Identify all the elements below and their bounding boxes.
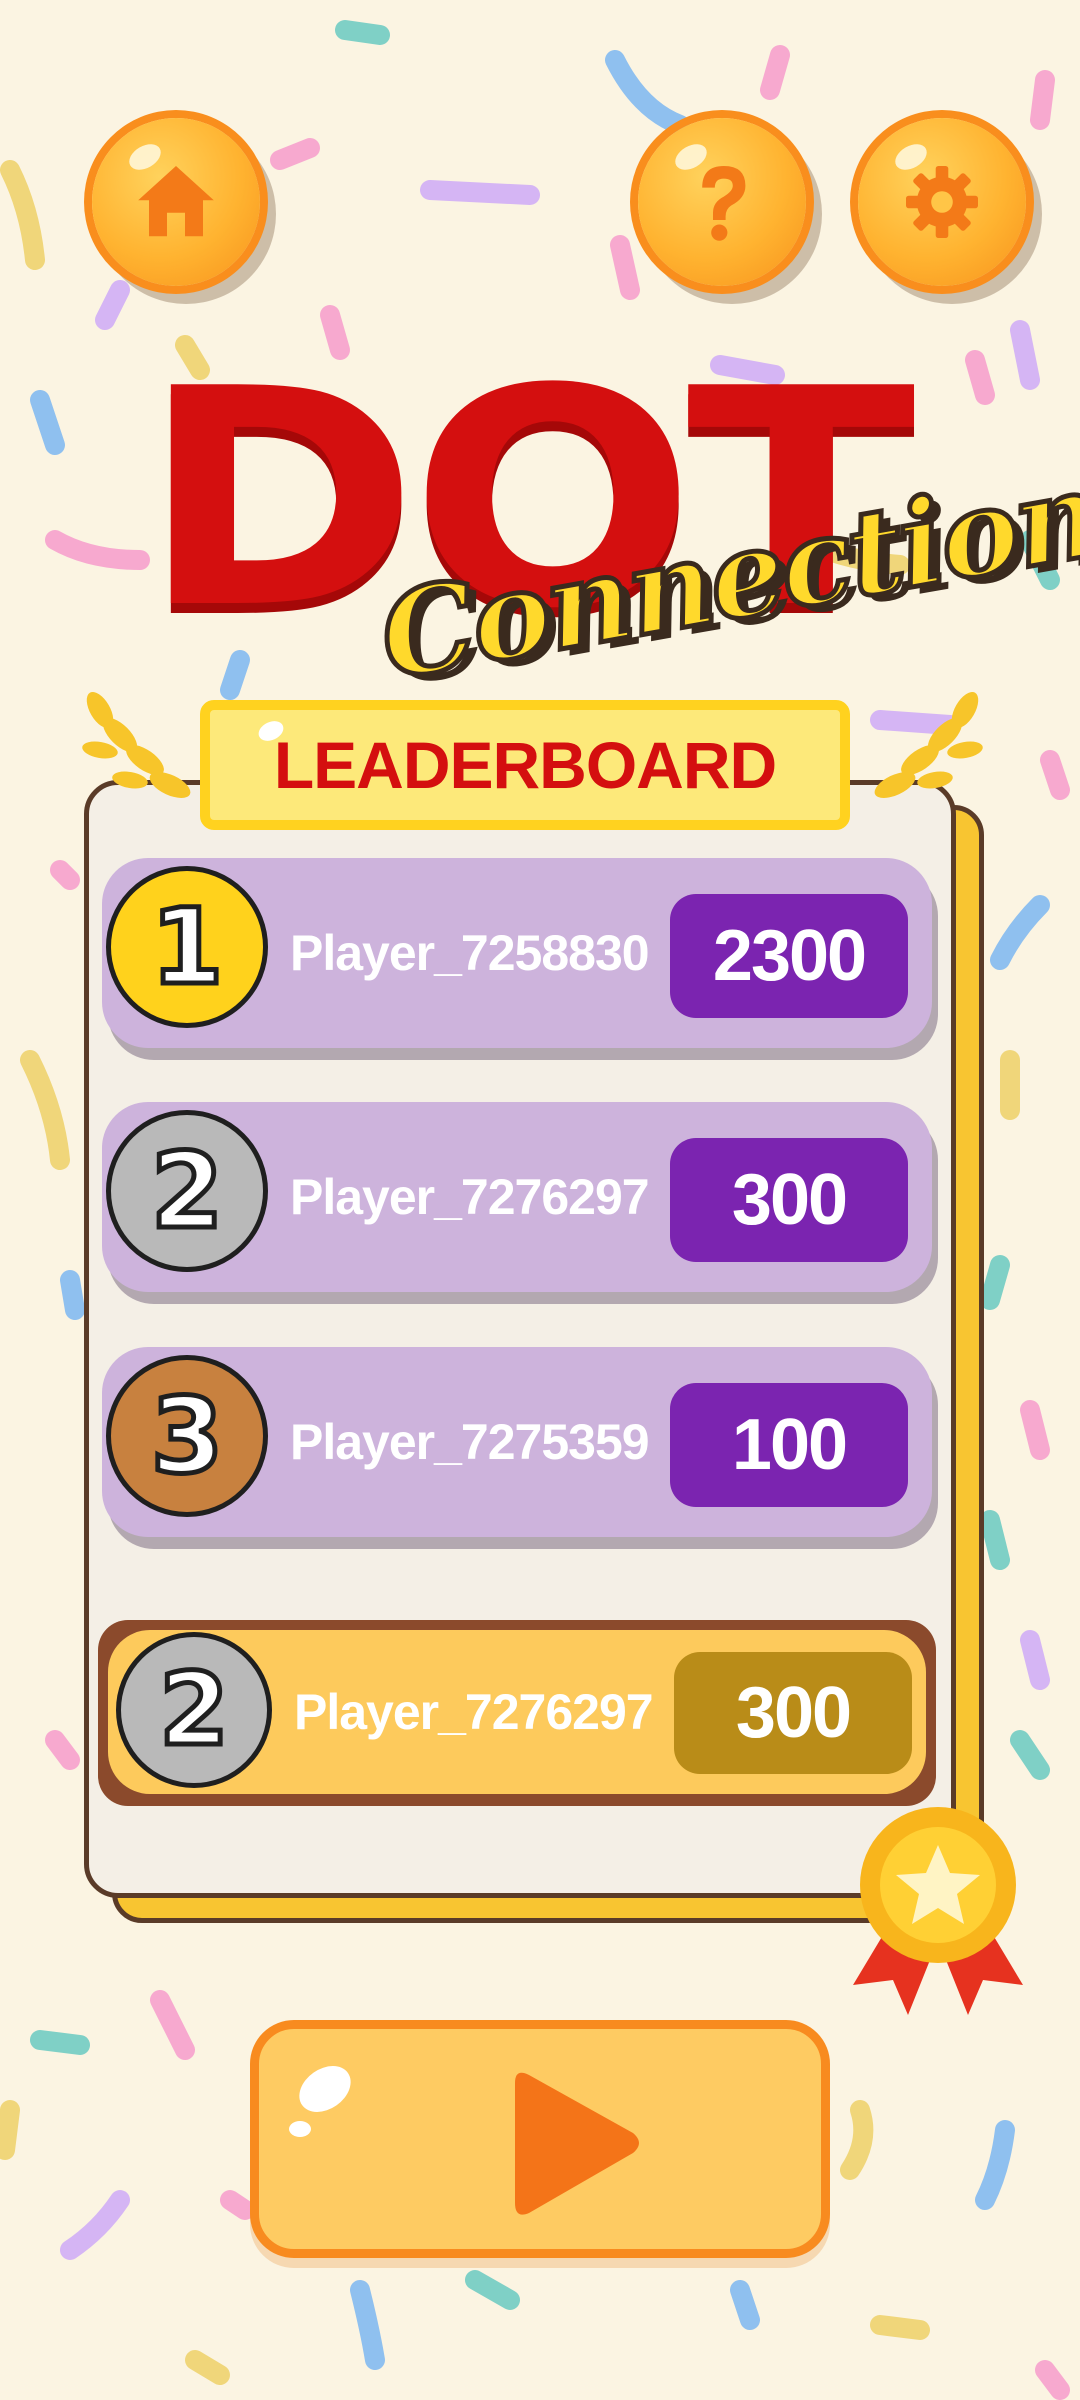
player-score: 300 <box>674 1652 912 1774</box>
settings-button[interactable] <box>858 118 1026 286</box>
rank-number: 2 <box>157 1651 232 1768</box>
rank-medal-gold: 1 <box>106 866 268 1028</box>
help-button[interactable] <box>638 118 806 286</box>
leaderboard-row-3: 3 Player_7275359 100 <box>102 1347 932 1537</box>
current-player-row: 2 Player_7276297 300 <box>98 1620 936 1806</box>
laurel-left-icon <box>82 691 191 798</box>
player-score: 300 <box>670 1138 908 1262</box>
play-button[interactable] <box>250 2020 830 2258</box>
star-medal-icon <box>853 1807 1023 2015</box>
rank-medal-silver: 2 <box>106 1110 268 1272</box>
rank-medal-bronze: 3 <box>106 1355 268 1517</box>
player-name: Player_7276297 <box>294 1684 654 1740</box>
player-score: 100 <box>670 1383 908 1507</box>
play-icon <box>515 2072 639 2215</box>
rank-medal-silver: 2 <box>116 1632 272 1788</box>
current-player-card: 2 Player_7276297 300 <box>108 1630 926 1794</box>
leaderboard-title: LEADERBOARD <box>273 728 777 802</box>
leaderboard-row-2: 2 Player_7276297 300 <box>102 1102 932 1292</box>
player-name: Player_7276297 <box>290 1169 650 1225</box>
home-button[interactable] <box>92 118 260 286</box>
rank-number: 2 <box>148 1130 225 1252</box>
home-icon <box>138 166 214 237</box>
gear-icon <box>906 166 978 238</box>
rank-number: 3 <box>148 1375 225 1497</box>
rank-number: 1 <box>148 886 225 1008</box>
leaderboard-header: LEADERBOARD <box>200 700 850 830</box>
question-mark-icon <box>702 166 746 241</box>
laurel-right-icon <box>874 691 983 798</box>
player-name: Player_7275359 <box>290 1414 650 1470</box>
leaderboard-row-1: 1 Player_7258830 2300 <box>102 858 932 1048</box>
player-name: Player_7258830 <box>290 925 650 981</box>
player-score: 2300 <box>670 894 908 1018</box>
